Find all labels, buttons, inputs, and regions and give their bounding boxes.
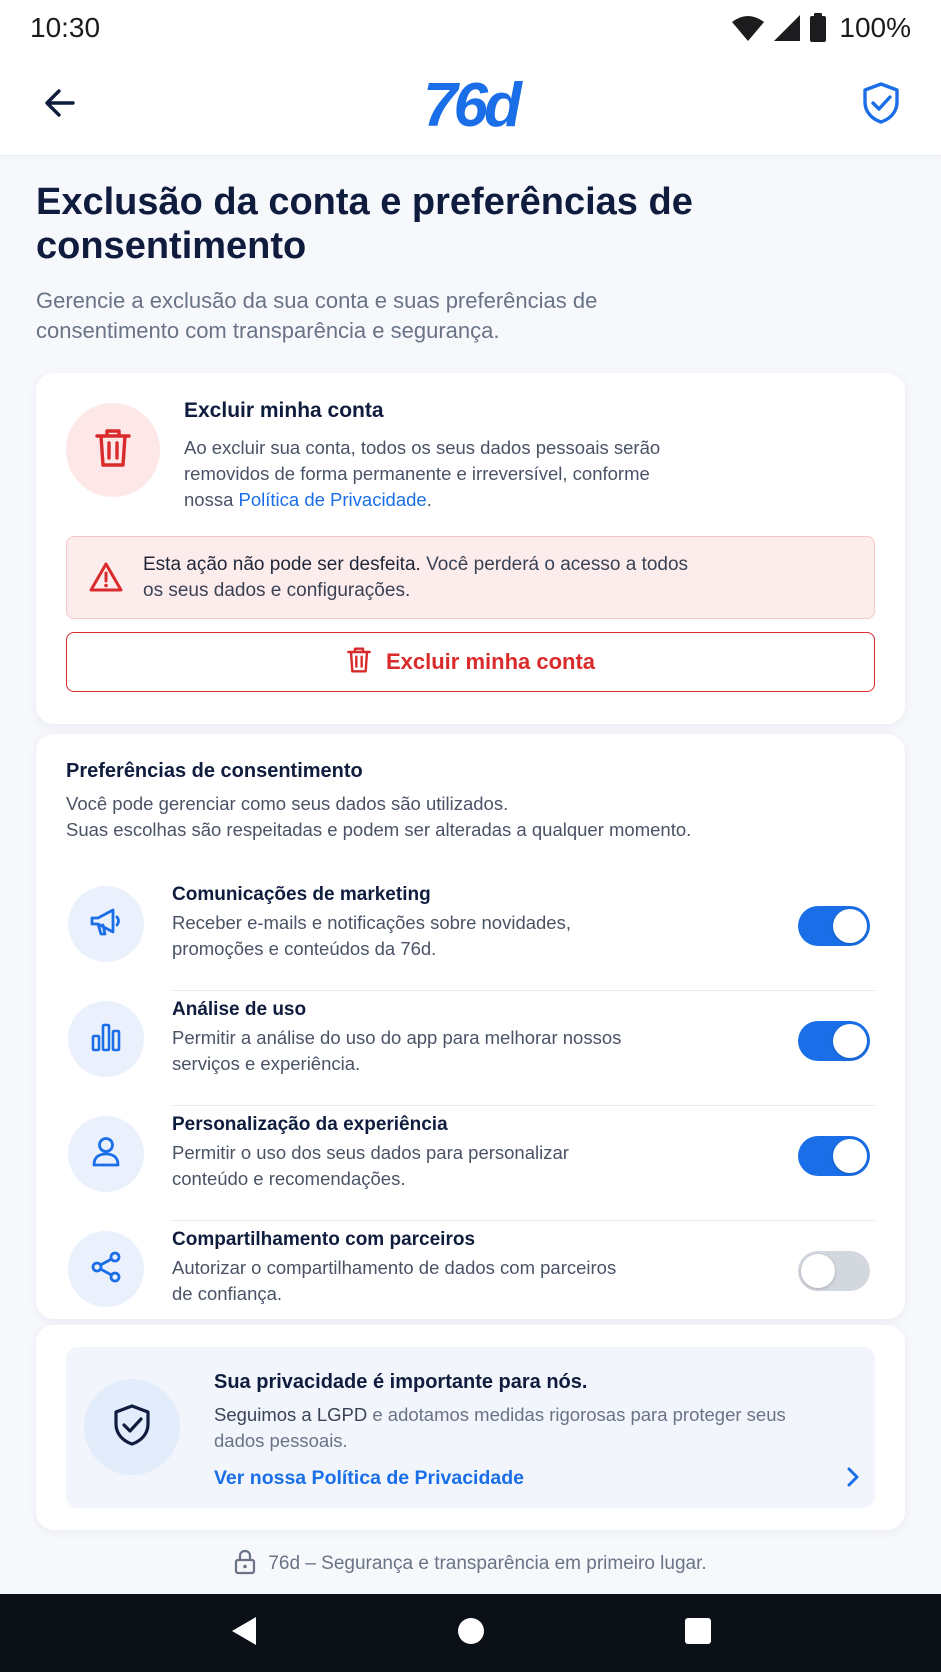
pref-description: Autorizar o compartilhamento de dados co… (172, 1257, 617, 1304)
home-circle-icon (456, 1616, 486, 1651)
pref-icon-circle (68, 1231, 144, 1307)
wifi-icon (731, 14, 765, 42)
delete-description: Ao excluir sua conta, todos os seus dado… (184, 435, 664, 513)
pref-title: Personalização da experiência (172, 1114, 448, 1135)
pref-row-personalization: Personalização da experiência Permitir o… (36, 1106, 905, 1221)
toggle-knob (801, 1254, 835, 1288)
status-icons: 100% (731, 12, 911, 44)
megaphone-icon (89, 907, 123, 942)
consent-description-line: Suas escolhas são respeitadas e podem se… (66, 819, 692, 840)
toggle-marketing[interactable] (798, 906, 870, 946)
privacy-info-box: Sua privacidade é importante para nós. S… (66, 1347, 875, 1508)
delete-account-button[interactable]: Excluir minha conta (66, 632, 875, 692)
privacy-desc-strong: Seguimos a LGPD (214, 1404, 368, 1425)
pref-description: Permitir o uso dos seus dados para perso… (172, 1142, 569, 1189)
warning-text: Esta ação não pode ser desfeita. Você pe… (143, 552, 703, 604)
privacy-icon-circle (84, 1379, 180, 1475)
bar-chart-icon (91, 1022, 121, 1057)
user-icon (91, 1136, 121, 1173)
pref-icon-circle (68, 1001, 144, 1077)
pref-description: Receber e-mails e notificações sobre nov… (172, 912, 571, 959)
privacy-description: Seguimos a LGPD e adotamos medidas rigor… (214, 1402, 794, 1454)
delete-icon-circle (66, 403, 160, 497)
back-button[interactable] (32, 78, 88, 134)
consent-description-line: Você pode gerenciar como seus dados são … (66, 793, 509, 814)
system-nav-bar (0, 1594, 941, 1672)
nav-home-button[interactable] (441, 1603, 501, 1663)
privacy-title: Sua privacidade é importante para nós. (214, 1371, 588, 1393)
shield-check-icon (861, 81, 901, 130)
consent-title: Preferências de consentimento (66, 760, 363, 782)
pref-row-analytics: Análise de uso Permitir a análise do uso… (36, 991, 905, 1106)
view-privacy-policy-link[interactable]: Ver nossa Política de Privacidade (214, 1467, 524, 1490)
consent-description: Você pode gerenciar como seus dados são … (66, 791, 866, 843)
toggle-knob (833, 1139, 867, 1173)
status-time: 10:30 (30, 12, 101, 43)
toggle-analytics[interactable] (798, 1021, 870, 1061)
status-bar: 10:30 100% (0, 0, 941, 56)
pref-row-sharing: Compartilhamento com parceiros Autorizar… (36, 1221, 905, 1336)
warning-box: Esta ação não pode ser desfeita. Você pe… (66, 536, 875, 619)
trash-icon (346, 646, 372, 679)
security-button[interactable] (853, 78, 909, 134)
footer-text: 76d – Segurança e transparência em prime… (268, 1553, 707, 1574)
page-title: Exclusão da conta e preferências de cons… (36, 181, 693, 267)
pref-row-marketing: Comunicações de marketing Receber e-mail… (36, 876, 905, 991)
toggle-sharing[interactable] (798, 1251, 870, 1291)
back-triangle-icon (229, 1615, 259, 1652)
pref-icon-circle (68, 886, 144, 962)
recents-square-icon (684, 1617, 712, 1650)
toggle-personalization[interactable] (798, 1136, 870, 1176)
delete-account-card: Excluir minha conta Ao excluir sua conta… (36, 373, 905, 724)
privacy-card: Sua privacidade é importante para nós. S… (36, 1325, 905, 1530)
pref-icon-circle (68, 1116, 144, 1192)
battery-icon (809, 13, 827, 43)
nav-recents-button[interactable] (668, 1603, 728, 1663)
privacy-policy-link[interactable]: Política de Privacidade (239, 489, 427, 510)
battery-percent: 100% (839, 12, 911, 43)
page-subtitle: Gerencie a exclusão da sua conta e suas … (36, 288, 598, 343)
arrow-left-icon (43, 86, 77, 125)
trash-icon (94, 427, 132, 474)
lock-icon (234, 1549, 256, 1580)
delete-title: Excluir minha conta (184, 399, 384, 422)
warning-triangle-icon (89, 561, 123, 598)
chevron-right-icon[interactable] (844, 1465, 862, 1494)
pref-description: Permitir a análise do uso do app para me… (172, 1027, 622, 1074)
pref-title: Análise de uso (172, 999, 307, 1020)
pref-title: Compartilhamento com parceiros (172, 1229, 476, 1250)
consent-preferences-card: Preferências de consentimento Você pode … (36, 734, 905, 1319)
shield-check-icon (112, 1403, 152, 1452)
share-icon (90, 1251, 122, 1288)
toggle-knob (833, 1024, 867, 1058)
footer: 76d – Segurança e transparência em prime… (0, 1548, 941, 1580)
signal-icon (773, 14, 801, 42)
brand-logo: 76d (423, 71, 522, 140)
app-bar: 76d (0, 56, 941, 156)
toggle-knob (833, 909, 867, 943)
delete-description-period: . (426, 489, 432, 510)
delete-button-label: Excluir minha conta (385, 649, 596, 674)
nav-back-button[interactable] (214, 1603, 274, 1663)
warning-strong: Esta ação não pode ser desfeita. (143, 554, 421, 575)
pref-title: Comunicações de marketing (172, 884, 431, 905)
